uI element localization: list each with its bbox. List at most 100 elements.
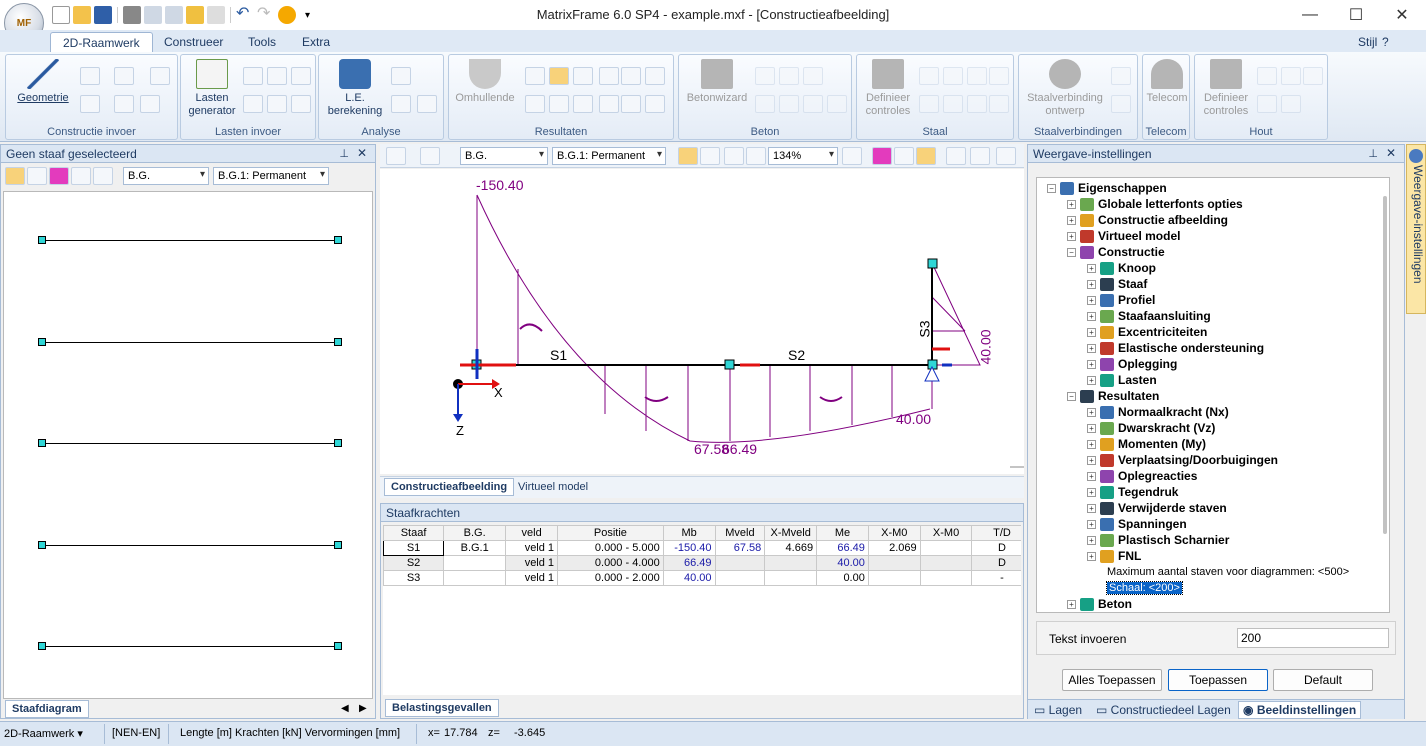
cell[interactable]: 67.58 bbox=[714, 540, 766, 556]
lc-combo[interactable]: B.G. bbox=[460, 147, 548, 165]
properties-tree[interactable]: − Eigenschappen + Globale letterfonts optie… bbox=[1036, 177, 1390, 613]
definieer-controles-staal-button[interactable]: Definieer controles bbox=[859, 59, 917, 118]
toepassen-button[interactable]: Toepassen bbox=[1168, 669, 1268, 691]
result-tool-12-icon[interactable] bbox=[645, 95, 665, 113]
expand-icon[interactable]: + bbox=[1087, 327, 1096, 337]
cell[interactable]: 40.00 bbox=[816, 555, 869, 571]
result-vz-icon[interactable] bbox=[549, 67, 569, 85]
diagram-tool-2-icon[interactable] bbox=[27, 167, 47, 185]
diagram-node[interactable] bbox=[334, 236, 342, 244]
cell[interactable]: B.G.1 bbox=[443, 540, 507, 556]
pin-icon[interactable]: ⊥ bbox=[1368, 147, 1378, 160]
diagram-node[interactable] bbox=[38, 236, 46, 244]
col-x-m0[interactable]: X-M0 bbox=[867, 525, 921, 541]
load-tool-3-icon[interactable] bbox=[291, 67, 311, 85]
tree-item[interactable]: + Verwijderde staven bbox=[1087, 500, 1227, 516]
diagram-my-icon[interactable] bbox=[93, 167, 113, 185]
scroll-left-icon[interactable]: ◀ bbox=[341, 703, 349, 714]
show-my-icon[interactable] bbox=[916, 147, 936, 165]
tree-item[interactable]: Schaal: <200> bbox=[1106, 580, 1183, 596]
tab-lagen[interactable]: ▭ Lagen bbox=[1034, 703, 1082, 717]
show-loads-icon[interactable] bbox=[946, 147, 966, 165]
diagram-nx-icon[interactable] bbox=[49, 167, 69, 185]
scroll-right-icon[interactable]: ▶ bbox=[359, 703, 367, 714]
cell[interactable] bbox=[867, 555, 921, 571]
collapse-icon[interactable]: − bbox=[1067, 391, 1076, 401]
staal-tool-1-icon[interactable] bbox=[919, 67, 939, 85]
select-tool-icon[interactable] bbox=[678, 147, 698, 165]
diagram-node[interactable] bbox=[334, 439, 342, 447]
beton-tool-2-icon[interactable] bbox=[779, 67, 799, 85]
expand-icon[interactable]: + bbox=[1087, 471, 1096, 481]
table-row[interactable]: S2 veld 1 0.000 - 4.000 66.49 40.00 D bbox=[383, 555, 1021, 571]
staal-tool-7-icon[interactable] bbox=[967, 95, 987, 113]
hout-tool-4-icon[interactable] bbox=[1257, 95, 1277, 113]
tree-item[interactable]: + Excentriciteiten bbox=[1087, 324, 1207, 340]
cell[interactable]: S1 bbox=[383, 540, 445, 556]
tree-item[interactable]: + Oplegging bbox=[1087, 356, 1177, 372]
diagram-tool-1-icon[interactable] bbox=[5, 167, 25, 185]
load-tool-2-icon[interactable] bbox=[267, 67, 287, 85]
diagram-node[interactable] bbox=[38, 338, 46, 346]
staal-tool-5-icon[interactable] bbox=[919, 95, 939, 113]
collapse-icon[interactable]: − bbox=[1067, 247, 1076, 257]
text-input-field[interactable]: 200 bbox=[1237, 628, 1389, 648]
tab-construeer[interactable]: Construeer bbox=[152, 32, 235, 52]
col-mb[interactable]: Mb bbox=[662, 525, 716, 541]
maximize-button[interactable]: ☐ bbox=[1333, 0, 1379, 30]
tree-item[interactable]: + Lasten bbox=[1087, 372, 1157, 388]
expand-icon[interactable]: + bbox=[1087, 375, 1096, 385]
result-tool-11-icon[interactable] bbox=[621, 95, 641, 113]
diagram-node[interactable] bbox=[334, 642, 342, 650]
structure-view[interactable]: -150.40 S1 S2 S3 40.00 67.58 66.49 40.00… bbox=[380, 169, 1024, 474]
zoom-combo[interactable]: 134% bbox=[768, 147, 838, 165]
pan-icon[interactable] bbox=[842, 147, 862, 165]
cell[interactable] bbox=[919, 540, 973, 556]
cell[interactable]: 0.000 - 4.000 bbox=[557, 555, 664, 571]
spring-tool-icon[interactable] bbox=[150, 67, 170, 85]
profile-tool-icon[interactable] bbox=[140, 95, 160, 113]
show-reactions-icon[interactable] bbox=[996, 147, 1016, 165]
expand-icon[interactable]: + bbox=[1087, 487, 1096, 497]
expand-icon[interactable]: + bbox=[1087, 439, 1096, 449]
analysis-table-icon[interactable] bbox=[391, 95, 411, 113]
help-icon[interactable]: ? bbox=[1380, 32, 1391, 52]
cell[interactable]: D bbox=[971, 540, 1021, 556]
cell[interactable]: - bbox=[971, 570, 1021, 586]
col-x-m0-2[interactable]: X-M0 bbox=[919, 525, 973, 541]
tree-item[interactable]: + Plastisch Scharnier bbox=[1087, 532, 1229, 548]
show-vz-icon[interactable] bbox=[894, 147, 914, 165]
cell[interactable]: 0.000 - 2.000 bbox=[557, 570, 664, 586]
connection-tool-2-icon[interactable] bbox=[1111, 95, 1131, 113]
support-tool-icon[interactable] bbox=[114, 67, 134, 85]
result-stress-icon[interactable] bbox=[645, 67, 665, 85]
tree-item[interactable]: + Knoop bbox=[1087, 260, 1156, 276]
tree-item[interactable]: + Beton bbox=[1067, 596, 1132, 612]
expand-icon[interactable]: + bbox=[1087, 343, 1096, 353]
result-my-icon[interactable] bbox=[573, 67, 593, 85]
expand-icon[interactable]: + bbox=[1087, 535, 1096, 545]
expand-icon[interactable]: + bbox=[1087, 359, 1096, 369]
cell[interactable] bbox=[764, 570, 818, 586]
staal-tool-3-icon[interactable] bbox=[967, 67, 987, 85]
le-berekening-button[interactable]: L.E. berekening bbox=[321, 59, 389, 118]
tree-item[interactable]: − Resultaten bbox=[1067, 388, 1159, 404]
expand-icon[interactable]: + bbox=[1087, 295, 1096, 305]
expand-icon[interactable]: + bbox=[1087, 263, 1096, 273]
col-me[interactable]: Me bbox=[816, 525, 869, 541]
cell[interactable]: veld 1 bbox=[505, 570, 559, 586]
close-button[interactable]: ✕ bbox=[1379, 0, 1425, 30]
beton-tool-1-icon[interactable] bbox=[755, 67, 775, 85]
expand-icon[interactable]: + bbox=[1087, 423, 1096, 433]
zoom-in-icon[interactable] bbox=[724, 147, 744, 165]
zoom-extents-icon[interactable] bbox=[700, 147, 720, 165]
tab-staafdiagram[interactable]: Staafdiagram bbox=[5, 700, 89, 718]
diagram-node[interactable] bbox=[334, 541, 342, 549]
expand-icon[interactable]: + bbox=[1087, 407, 1096, 417]
cell[interactable] bbox=[867, 570, 921, 586]
tree-item[interactable]: + Oplegreacties bbox=[1087, 468, 1197, 484]
expand-icon[interactable]: + bbox=[1087, 551, 1096, 561]
table-row[interactable]: S1 B.G.1 veld 1 0.000 - 5.000 -150.40 67… bbox=[383, 540, 1021, 556]
omhullende-button[interactable]: Omhullende bbox=[451, 59, 519, 105]
tree-scrollbar[interactable] bbox=[1383, 196, 1387, 534]
